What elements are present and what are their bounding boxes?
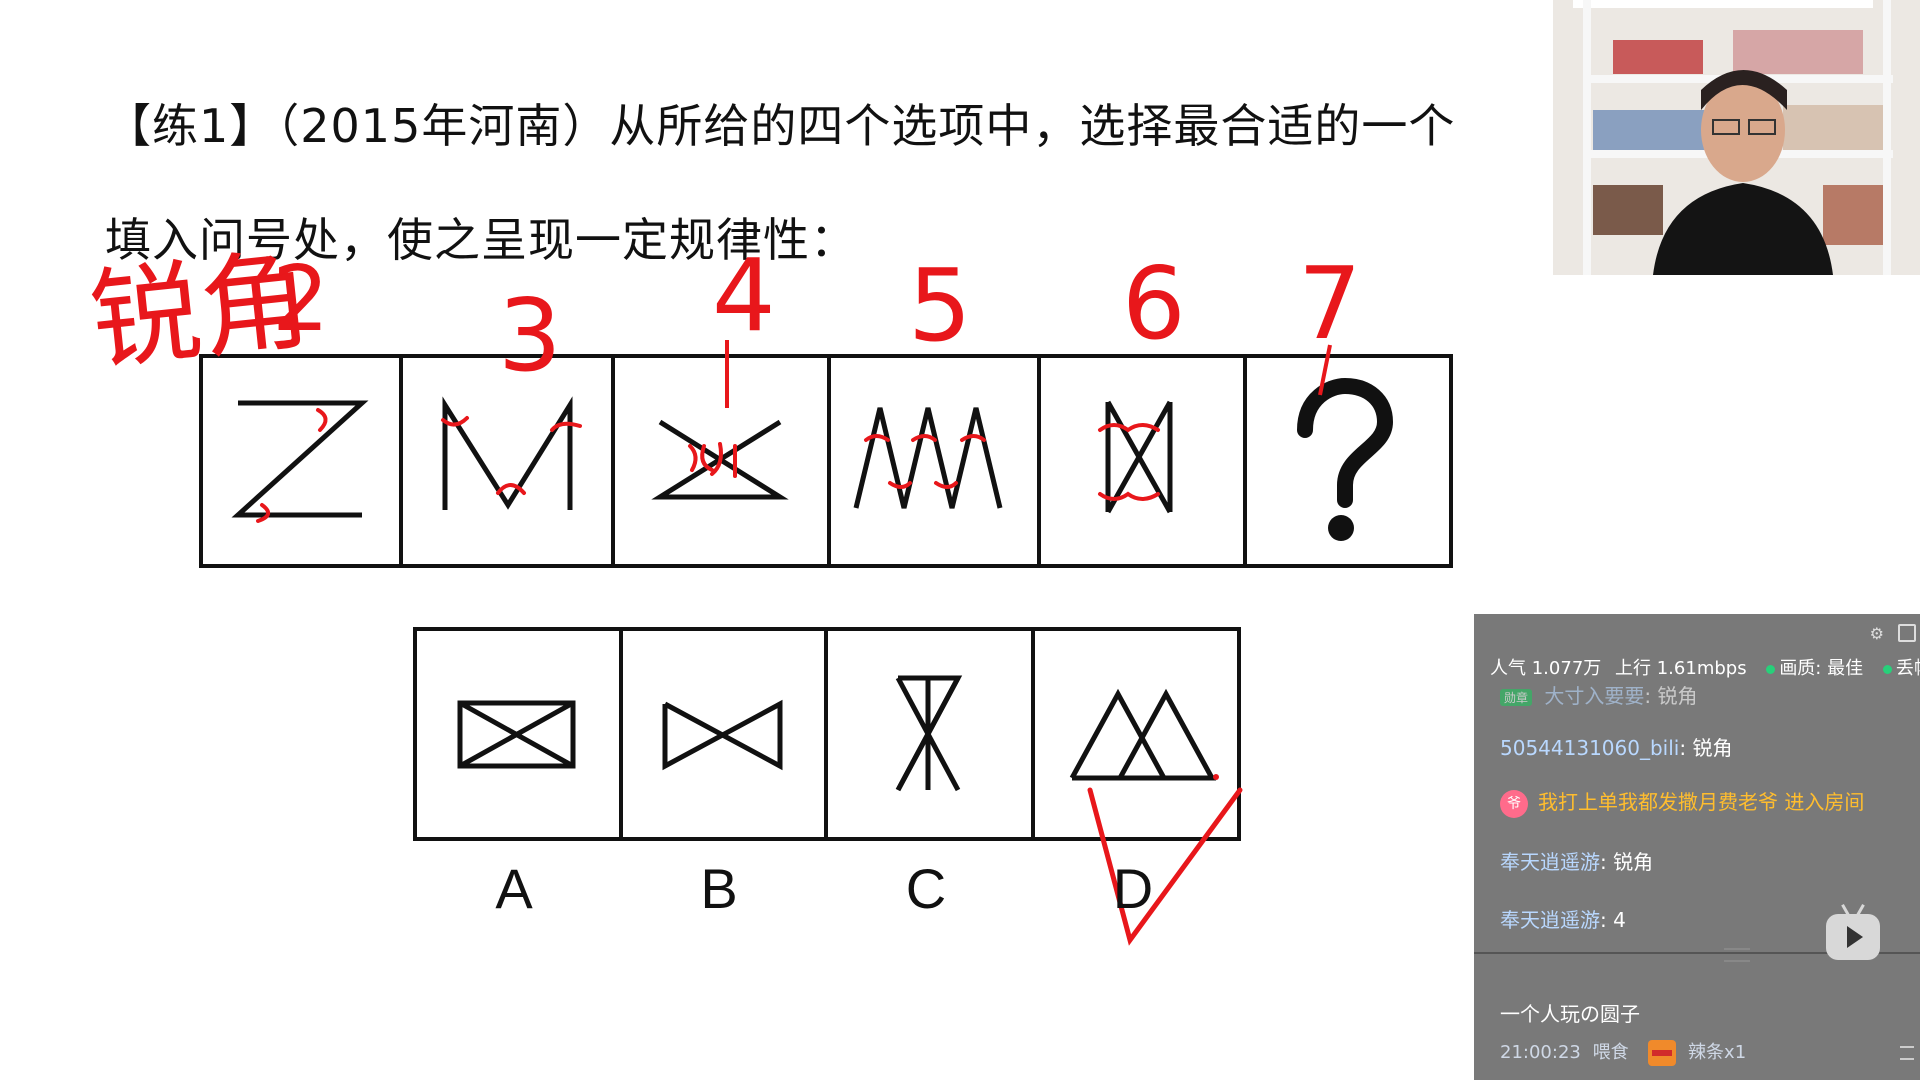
upload-value: 1.61mbps: [1656, 658, 1747, 679]
chat-text: 4: [1613, 908, 1626, 932]
status-dot-icon: [1766, 665, 1776, 674]
chat-message: 奉天逍遥游: 4: [1500, 908, 1626, 932]
frame-drop-status: 丢帧: [1895, 658, 1920, 679]
chat-system-message: 爷我打上单我都发撒月费老爷 进入房间: [1500, 786, 1864, 818]
play-button[interactable]: [1826, 914, 1880, 960]
chat-text: 锐角: [1657, 684, 1698, 708]
gift-item: 辣条x1: [1688, 1042, 1747, 1063]
menu-icon[interactable]: [1900, 1046, 1914, 1060]
gift-notice: 21:00:23 喂食 辣条x1: [1500, 1038, 1746, 1066]
chat-toolbar: ⚙: [1474, 614, 1920, 648]
quality-status: 画质: 最佳: [1779, 658, 1864, 679]
popularity-value: 1.077万: [1531, 658, 1602, 679]
chat-username[interactable]: 奉天逍遥游: [1500, 850, 1600, 874]
fan-badge: 勋章: [1500, 689, 1533, 706]
stream-stats: 人气 1.077万 上行 1.61mbps 画质: 最佳 丢帧: [1490, 654, 1920, 680]
chat-message: 勋章 大寸入要要: 锐角: [1500, 680, 1697, 709]
handwritten-number-5: 5: [908, 247, 972, 364]
popout-icon[interactable]: [1898, 624, 1916, 642]
status-dot-icon: [1882, 665, 1892, 674]
chat-message: 50544131060_bili: 锐角: [1500, 736, 1733, 760]
webcam-scene: [1553, 0, 1920, 275]
chat-username[interactable]: 奉天逍遥游: [1500, 908, 1600, 932]
upload-label: 上行: [1615, 658, 1651, 679]
option-c-label: C: [905, 857, 947, 920]
room-name: 一个人玩の圆子: [1500, 1002, 1640, 1026]
gift-icon: [1648, 1040, 1677, 1066]
handwritten-number-6: 6: [1122, 245, 1186, 362]
chat-username[interactable]: 50544131060_bili: [1500, 736, 1679, 760]
live-chat-panel: ⚙ 人气 1.077万 上行 1.61mbps 画质: 最佳 丢帧 勋章 大寸入…: [1474, 614, 1920, 1080]
handwritten-number-3: 3: [498, 277, 562, 394]
tv-ears-icon: [1840, 904, 1866, 914]
popularity-label: 人气: [1490, 658, 1526, 679]
gift-sender: 喂食: [1592, 1042, 1629, 1063]
chat-text: 锐角: [1613, 850, 1654, 874]
handwritten-number-4: 4: [712, 237, 776, 354]
option-d-label: D: [1112, 857, 1154, 920]
gift-time: 21:00:23: [1500, 1042, 1581, 1063]
chat-message: 奉天逍遥游: 锐角: [1500, 850, 1654, 874]
resize-handle[interactable]: [1724, 948, 1750, 962]
vip-icon: 爷: [1500, 789, 1528, 818]
handwritten-number-7: 7: [1298, 245, 1362, 362]
option-a-label: A: [495, 857, 533, 920]
handwritten-number-2: 2: [272, 247, 329, 352]
gear-icon[interactable]: ⚙: [1870, 624, 1884, 643]
system-text: 我打上单我都发撒月费老爷 进入房间: [1538, 790, 1865, 814]
webcam-feed: [1553, 0, 1920, 275]
chat-text: 锐角: [1692, 736, 1733, 760]
option-b-label: B: [700, 857, 738, 920]
chat-username[interactable]: 大寸入要要: [1544, 684, 1644, 708]
